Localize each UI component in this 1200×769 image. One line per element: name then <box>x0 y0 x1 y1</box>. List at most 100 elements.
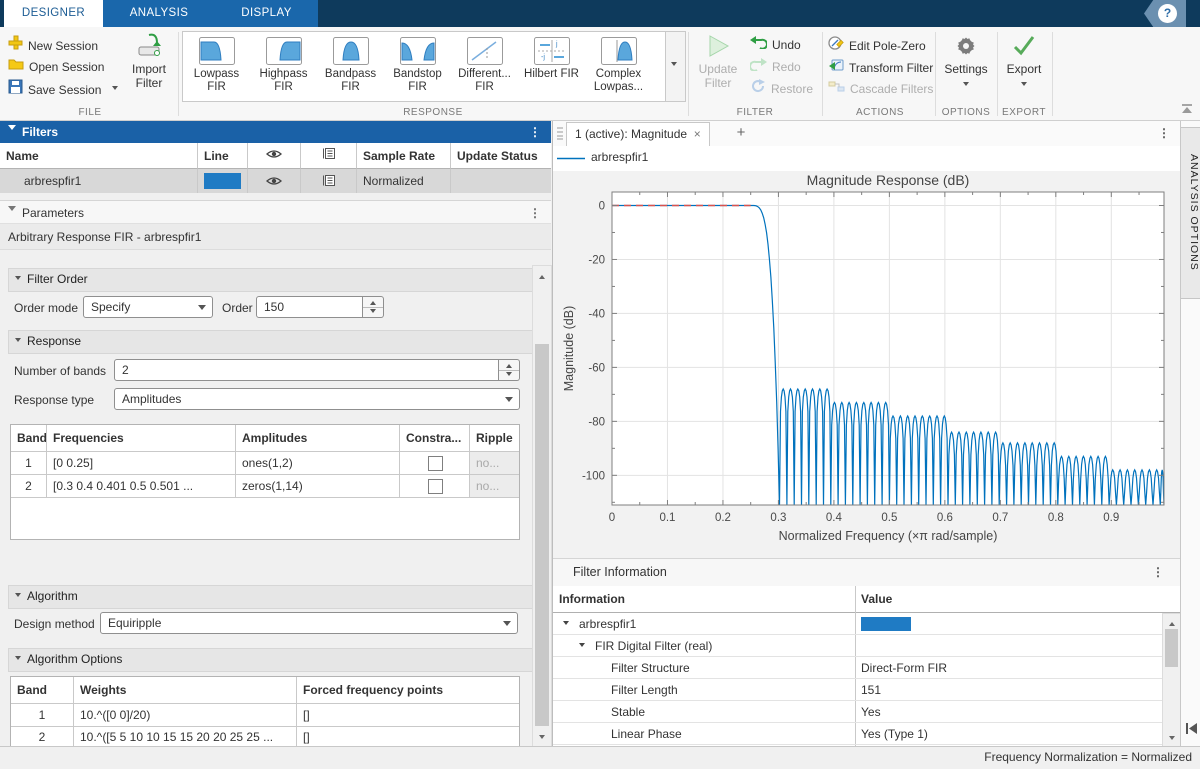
add-tab-button[interactable]: + <box>731 124 751 141</box>
lowpass-fir-button[interactable]: Lowpass FIR <box>183 32 250 101</box>
response-gallery-dropdown[interactable] <box>665 31 686 102</box>
filter-order-section-header[interactable]: Filter Order <box>8 268 536 292</box>
scrollbar-thumb[interactable] <box>535 344 549 726</box>
col-header-visibility[interactable] <box>248 143 301 169</box>
complex-lowpass-fir-button[interactable]: Complex Lowpas... <box>585 32 652 101</box>
info-row[interactable]: Filter Length 151 <box>553 679 1180 701</box>
band-cell[interactable]: 2 <box>11 475 47 497</box>
col-header-name[interactable]: Name <box>0 143 198 169</box>
frequencies-col-header[interactable]: Frequencies <box>47 425 236 451</box>
import-filter-button[interactable]: Import Filter <box>122 33 176 90</box>
constrained-checkbox[interactable] <box>428 456 443 471</box>
band-cell[interactable]: 1 <box>11 452 47 474</box>
algorithm-options-section-header[interactable]: Algorithm Options <box>8 648 536 672</box>
parameters-panel-header[interactable]: Parameters ⋮ <box>0 200 551 224</box>
weights-cell[interactable]: 10.^([0 0]/20) <box>74 704 297 726</box>
update-filter-button[interactable]: Update Filter <box>692 33 744 90</box>
order-spinner[interactable] <box>363 296 384 318</box>
weights-cell[interactable]: 10.^([5 5 10 10 15 15 20 20 25 25 ... <box>74 727 297 747</box>
col-header-line[interactable]: Line <box>198 143 248 169</box>
response-section-header[interactable]: Response <box>8 330 536 354</box>
bandstop-fir-button[interactable]: Bandstop FIR <box>384 32 451 101</box>
information-col-header[interactable]: Information <box>559 588 625 610</box>
band-cell[interactable]: 1 <box>11 704 74 726</box>
col-header-sample-rate[interactable]: Sample Rate <box>357 143 451 169</box>
redo-button[interactable]: Redo <box>750 57 801 78</box>
restore-button[interactable]: Restore <box>750 79 813 100</box>
filter-info-scrollbar[interactable] <box>1162 613 1181 748</box>
forced-points-cell[interactable]: [] <box>297 704 519 726</box>
ripple-col-header[interactable]: Ripple <box>470 425 519 451</box>
save-session-dropdown-icon[interactable] <box>112 86 118 93</box>
analysis-options-tab[interactable]: ANALYSIS OPTIONS <box>1181 127 1200 299</box>
band-col-header[interactable]: Band <box>11 677 74 703</box>
cascade-filters-button[interactable]: Cascade Filters <box>828 79 933 100</box>
bandpass-fir-button[interactable]: Bandpass FIR <box>317 32 384 101</box>
edit-pole-zero-button[interactable]: Edit Pole-Zero <box>828 35 926 56</box>
info-row[interactable]: arbrespfir1 <box>553 613 1180 635</box>
amplitudes-cell[interactable]: zeros(1,14) <box>236 475 400 497</box>
value-col-header[interactable]: Value <box>861 588 892 610</box>
frequencies-cell[interactable]: [0.3 0.4 0.401 0.5 0.501 ... <box>47 475 236 497</box>
figure-menu-button[interactable]: ⋮ <box>1158 127 1170 139</box>
response-type-combo[interactable]: Amplitudes <box>114 388 520 410</box>
order-mode-combo[interactable]: Specify <box>83 296 213 318</box>
col-header-update-status[interactable]: Update Status <box>451 143 551 169</box>
open-session-button[interactable]: Open Session <box>8 57 104 78</box>
undo-button[interactable]: Undo <box>750 35 801 56</box>
info-row[interactable]: Filter Structure Direct-Form FIR <box>553 657 1180 679</box>
algorithm-section-header[interactable]: Algorithm <box>8 585 536 609</box>
expander-icon[interactable] <box>563 621 569 628</box>
new-session-button[interactable]: New Session <box>8 35 98 56</box>
scroll-up-icon[interactable] <box>1163 615 1180 629</box>
expander-icon[interactable] <box>579 643 585 650</box>
filter-row-arbrespfir1[interactable]: arbrespfir1 Normalized <box>0 169 551 193</box>
info-row[interactable]: Linear Phase Yes (Type 1) <box>553 723 1180 745</box>
filters-menu-button[interactable]: ⋮ <box>529 126 541 138</box>
highpass-fir-button[interactable]: Highpass FIR <box>250 32 317 101</box>
hilbert-fir-button[interactable]: j-j Hilbert FIR <box>518 32 585 101</box>
tab-designer[interactable]: DESIGNER <box>4 0 103 27</box>
constrained-checkbox[interactable] <box>428 479 443 494</box>
help-button[interactable]: ? <box>1144 0 1186 27</box>
scroll-up-icon[interactable] <box>533 268 551 282</box>
filter-information-header[interactable]: Filter Information ⋮ <box>553 558 1180 588</box>
visibility-toggle[interactable] <box>248 169 301 193</box>
parameters-scrollbar[interactable] <box>532 265 552 748</box>
line-color-cell[interactable] <box>198 169 248 193</box>
forced-points-cell[interactable]: [] <box>297 727 519 747</box>
scroll-down-icon[interactable] <box>1163 732 1180 746</box>
export-button[interactable]: Export <box>1000 33 1048 92</box>
info-row[interactable]: FIR Digital Filter (real) <box>553 635 1180 657</box>
collapse-panel-button[interactable] <box>1184 721 1199 739</box>
weights-col-header[interactable]: Weights <box>74 677 297 703</box>
col-header-annotation[interactable] <box>301 143 357 169</box>
forced-points-col-header[interactable]: Forced frequency points <box>297 677 519 703</box>
amplitudes-cell[interactable]: ones(1,2) <box>236 452 400 474</box>
scroll-down-icon[interactable] <box>533 731 551 745</box>
constrained-col-header[interactable]: Constra... <box>400 425 470 451</box>
amplitudes-col-header[interactable]: Amplitudes <box>236 425 400 451</box>
design-method-combo[interactable]: Equiripple <box>100 612 518 634</box>
close-icon[interactable]: × <box>694 127 701 141</box>
magnitude-response-plot[interactable]: 00.10.20.30.40.50.60.70.80.90-20-40-60-8… <box>553 171 1180 558</box>
filter-info-menu-button[interactable]: ⋮ <box>1152 566 1164 578</box>
filters-panel-header[interactable]: Filters ⋮ <box>0 121 551 143</box>
scrollbar-thumb[interactable] <box>1165 629 1178 667</box>
band-cell[interactable]: 2 <box>11 727 74 747</box>
order-input[interactable]: 150 <box>256 296 363 318</box>
save-session-button[interactable]: Save Session <box>8 79 118 100</box>
tab-magnitude[interactable]: 1 (active): Magnitude × <box>566 122 710 147</box>
collapse-ribbon-button[interactable] <box>1180 103 1194 117</box>
tab-analysis[interactable]: ANALYSIS <box>103 0 215 27</box>
transform-filter-button[interactable]: Transform Filter <box>828 57 933 78</box>
number-of-bands-spinner[interactable] <box>499 359 520 381</box>
number-of-bands-input[interactable]: 2 <box>114 359 499 381</box>
tab-display-options[interactable]: DISPLAY OPTIONS <box>215 0 318 27</box>
frequencies-cell[interactable]: [0 0.25] <box>47 452 236 474</box>
differentiator-fir-button[interactable]: Different... FIR <box>451 32 518 101</box>
parameters-menu-button[interactable]: ⋮ <box>529 207 541 219</box>
annotation-toggle[interactable] <box>301 169 357 193</box>
band-col-header[interactable]: Band <box>11 425 47 451</box>
info-row[interactable]: Stable Yes <box>553 701 1180 723</box>
